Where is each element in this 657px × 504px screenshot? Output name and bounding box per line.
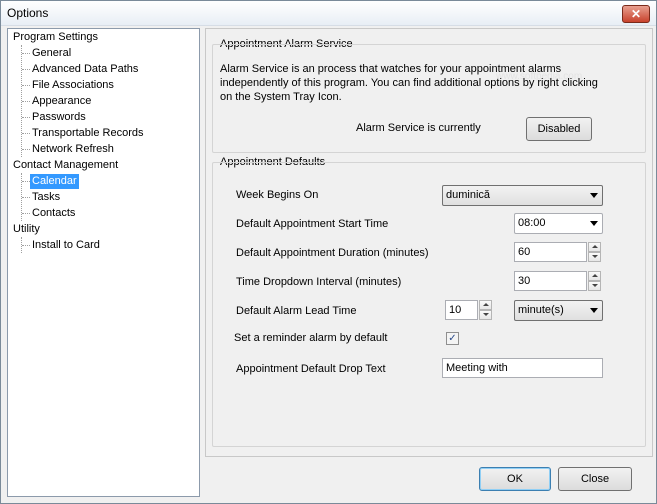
arrow-up-icon [592, 245, 598, 248]
arrow-down-icon [483, 313, 489, 316]
drop-text-input[interactable]: Meeting with [442, 358, 603, 378]
interval-label: Time Dropdown Interval (minutes) [236, 276, 402, 288]
tree-line [22, 133, 30, 134]
chevron-down-icon [590, 308, 598, 313]
tree-node-program-settings[interactable]: Program Settings [13, 30, 98, 45]
arrow-up-icon [483, 303, 489, 306]
options-window: Options ✕ Program Settings General Advan… [0, 0, 657, 504]
drop-text-label: Appointment Default Drop Text [236, 363, 386, 375]
alarm-service-description-1: Alarm Service is an process that watches… [220, 63, 562, 75]
close-window-button[interactable]: ✕ [622, 5, 650, 23]
tree-line [22, 101, 30, 102]
spin-up-button[interactable] [479, 300, 492, 310]
tree-node-advanced-data-paths[interactable]: Advanced Data Paths [32, 62, 138, 77]
start-time-value: 08:00 [518, 217, 546, 229]
lead-time-input[interactable]: 10 [445, 300, 478, 320]
tree-node-general[interactable]: General [32, 46, 71, 61]
close-button[interactable]: Close [558, 467, 632, 491]
duration-input[interactable]: 60 [514, 242, 587, 262]
spin-up-button[interactable] [588, 242, 601, 252]
arrow-down-icon [592, 284, 598, 287]
spin-up-button[interactable] [588, 271, 601, 281]
lead-time-label: Default Alarm Lead Time [236, 305, 357, 317]
tree-node-contacts[interactable]: Contacts [32, 206, 75, 221]
spin-down-button[interactable] [588, 281, 601, 291]
tree-node-calendar[interactable]: Calendar [30, 174, 79, 189]
title-bar: Options ✕ [1, 1, 656, 26]
tree-line [22, 85, 30, 86]
arrow-up-icon [592, 274, 598, 277]
duration-spinner[interactable] [588, 242, 601, 262]
tree-node-utility[interactable]: Utility [13, 222, 40, 237]
lead-time-unit-value: minute(s) [518, 304, 564, 316]
tree-node-tasks[interactable]: Tasks [32, 190, 60, 205]
alarm-service-description-2: independently of this program. You can f… [220, 77, 598, 89]
start-time-select[interactable]: 08:00 [514, 213, 603, 234]
chevron-down-icon [590, 221, 598, 226]
alarm-service-status-label: Alarm Service is currently [356, 122, 481, 134]
tree-node-network-refresh[interactable]: Network Refresh [32, 142, 114, 157]
tree-line [22, 181, 30, 182]
start-time-label: Default Appointment Start Time [236, 218, 389, 230]
alarm-service-description-3: on the System Tray Icon. [220, 91, 342, 103]
reminder-label: Set a reminder alarm by default [234, 332, 388, 344]
settings-panel: Appointment Alarm Service www.softpedia.… [205, 28, 653, 457]
tree-node-file-associations[interactable]: File Associations [32, 78, 114, 93]
lead-time-spinner[interactable] [479, 300, 492, 320]
week-begins-label: Week Begins On [236, 189, 319, 201]
window-title: Options [7, 6, 49, 20]
tree-line [22, 245, 30, 246]
spin-down-button[interactable] [588, 252, 601, 262]
lead-time-unit-select[interactable]: minute(s) [514, 300, 603, 321]
tree-line [22, 117, 30, 118]
settings-tree: Program Settings General Advanced Data P… [7, 28, 200, 497]
tree-node-contact-management[interactable]: Contact Management [13, 158, 118, 173]
duration-label: Default Appointment Duration (minutes) [236, 247, 429, 259]
tree-line [22, 69, 30, 70]
reminder-checkbox[interactable]: ✓ [446, 332, 459, 345]
alarm-service-toggle-button[interactable]: Disabled [526, 117, 592, 141]
week-begins-value: duminică [446, 189, 491, 201]
interval-spinner[interactable] [588, 271, 601, 291]
tree-node-install-to-card[interactable]: Install to Card [32, 238, 100, 253]
tree-node-transportable-records[interactable]: Transportable Records [32, 126, 143, 141]
tree-node-appearance[interactable]: Appearance [32, 94, 91, 109]
tree-node-passwords[interactable]: Passwords [32, 110, 86, 125]
week-begins-select[interactable]: duminică [442, 185, 603, 206]
chevron-down-icon [590, 193, 598, 198]
interval-input[interactable]: 30 [514, 271, 587, 291]
arrow-down-icon [592, 255, 598, 258]
tree-line [22, 213, 30, 214]
spin-down-button[interactable] [479, 310, 492, 320]
ok-button[interactable]: OK [479, 467, 551, 491]
tree-line [22, 53, 30, 54]
tree-line [22, 197, 30, 198]
tree-line [22, 149, 30, 150]
